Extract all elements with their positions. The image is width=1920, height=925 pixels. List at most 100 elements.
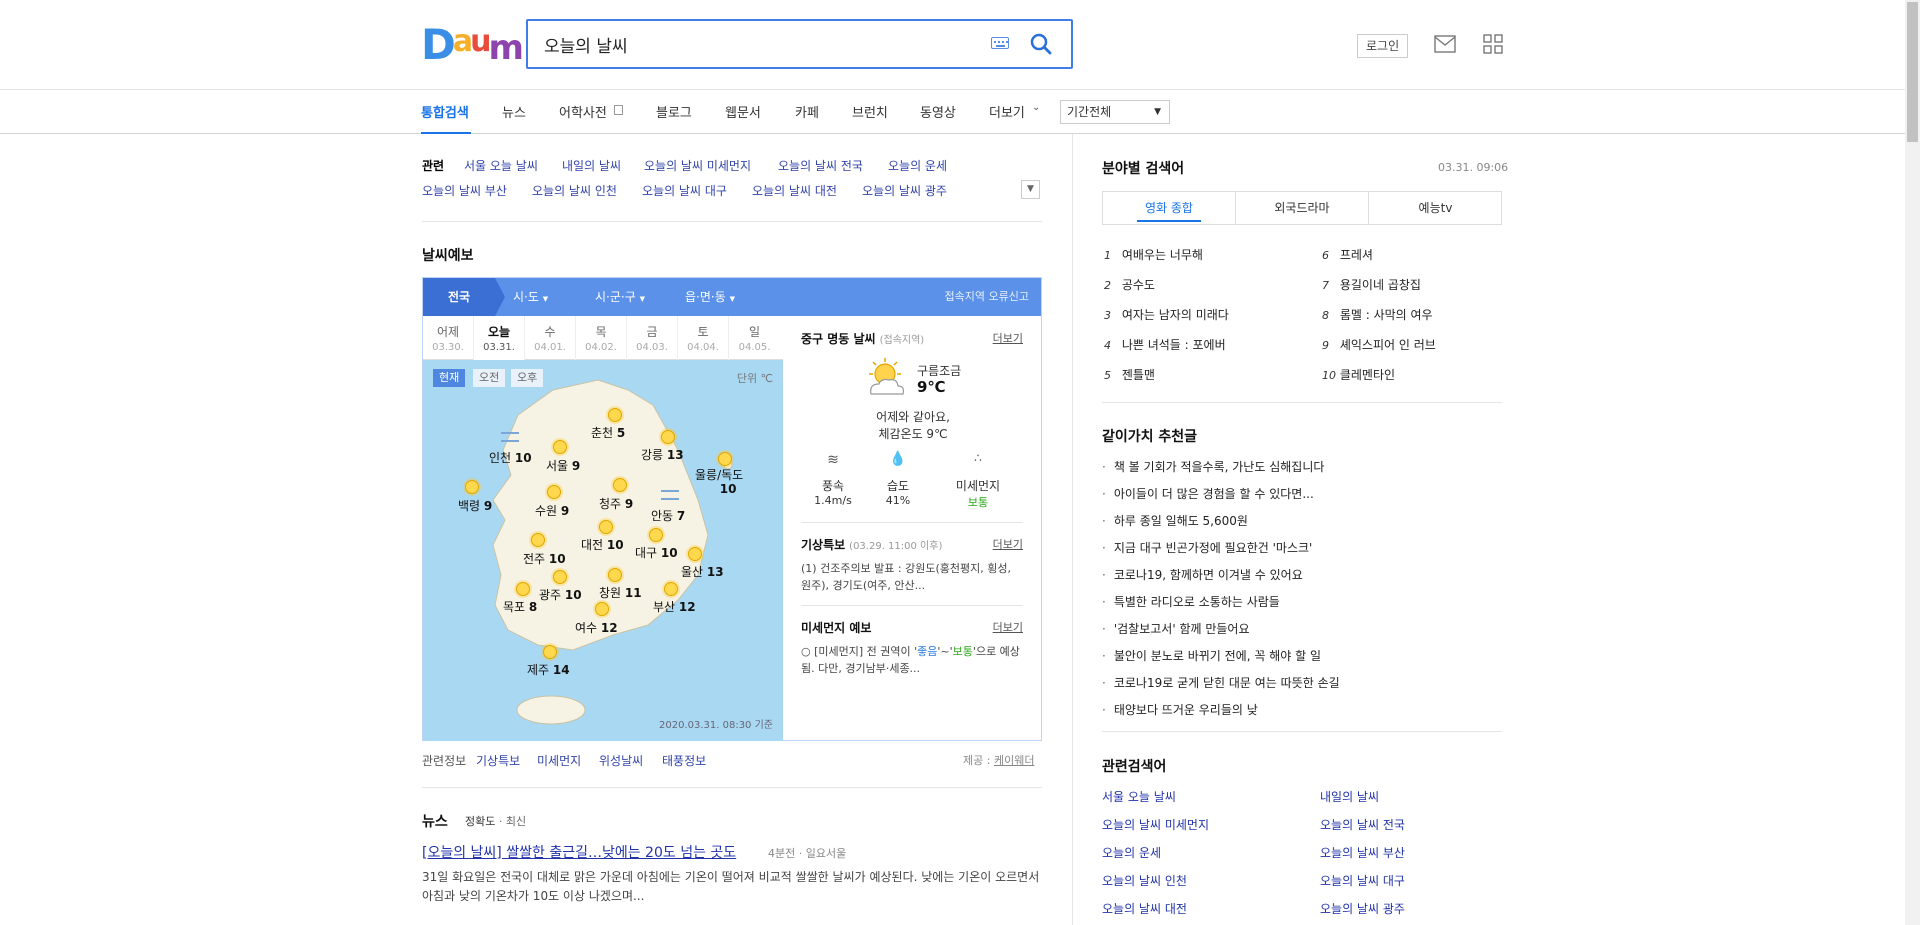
tab-cafe[interactable]: 카페 xyxy=(795,102,819,121)
day-tab-today[interactable]: 오늘 03.31. xyxy=(474,316,525,360)
related-info-link[interactable]: 기상특보 xyxy=(476,752,520,769)
rank-item[interactable]: 2 공수도 xyxy=(1104,276,1155,293)
more-link[interactable]: 더보기 xyxy=(993,330,1023,346)
related-info-link[interactable]: 위성날씨 xyxy=(599,752,643,769)
rank-item[interactable]: 7 용길이네 곱창집 xyxy=(1322,276,1421,293)
region-city[interactable]: 시·군·구 ▼ xyxy=(595,278,675,316)
recommend-item[interactable]: 아이들이 더 많은 경험을 할 수 있다면... xyxy=(1102,485,1314,502)
tab-more[interactable]: 더보기 xyxy=(989,102,1025,121)
news-headline-link[interactable]: [오늘의 날씨] 쌀쌀한 출근길…낮에는 20도 넘는 곳도 xyxy=(422,842,736,862)
city-temp[interactable]: 전주 10 xyxy=(523,550,566,567)
daum-logo[interactable]: Daum xyxy=(421,24,524,70)
recommend-item[interactable]: 코로나19로 굳게 닫힌 대문 여는 따뜻한 손길 xyxy=(1102,674,1340,691)
recommend-item[interactable]: 하루 종일 일해도 5,600원 xyxy=(1102,512,1248,529)
related-search-link[interactable]: 오늘의 날씨 전국 xyxy=(1320,816,1405,833)
rank-item[interactable]: 8 롬멜 : 사막의 여우 xyxy=(1322,306,1433,323)
rank-tab-movies[interactable]: 영화 종합 xyxy=(1103,192,1236,224)
city-temp[interactable]: 서울 9 xyxy=(546,457,580,474)
city-temp[interactable]: 수원 9 xyxy=(535,502,569,519)
city-temp[interactable]: 부산 12 xyxy=(653,598,696,615)
city-temp[interactable]: 여수 12 xyxy=(575,619,618,636)
recommend-item[interactable]: 책 볼 기회가 적을수록, 가난도 심해집니다 xyxy=(1102,458,1325,475)
recommend-item[interactable]: 불안이 분노로 바뀌기 전에, 꼭 해야 할 일 xyxy=(1102,647,1321,664)
tab-integrated-search[interactable]: 통합검색 xyxy=(421,102,469,121)
region-province[interactable]: 시·도 ▼ xyxy=(513,278,585,316)
related-search-link[interactable]: 오늘의 날씨 대전 xyxy=(1102,900,1187,917)
day-tab[interactable]: 토 04.04. xyxy=(678,316,729,360)
search-icon[interactable] xyxy=(1028,31,1054,57)
rank-item[interactable]: 5 젠틀맨 xyxy=(1104,366,1155,383)
city-temp[interactable]: 청주 9 xyxy=(599,495,633,512)
related-link[interactable]: 내일의 날씨 xyxy=(562,157,621,174)
related-search-link[interactable]: 내일의 날씨 xyxy=(1320,788,1379,805)
recommend-item[interactable]: 태양보다 뜨거운 우리들의 낮 xyxy=(1102,701,1258,718)
rank-item[interactable]: 6 프레셔 xyxy=(1322,246,1373,263)
tab-news[interactable]: 뉴스 xyxy=(502,102,526,121)
tab-web-documents[interactable]: 웹문서 xyxy=(725,102,761,121)
login-button[interactable]: 로그인 xyxy=(1357,34,1409,58)
related-link[interactable]: 오늘의 날씨 전국 xyxy=(778,157,863,174)
related-search-link[interactable]: 서울 오늘 날씨 xyxy=(1102,788,1176,805)
provider-link[interactable]: 케이웨더 xyxy=(994,754,1034,767)
tab-dictionary[interactable]: 어학사전 xyxy=(559,102,607,121)
keyboard-icon[interactable] xyxy=(991,37,1009,49)
scrollbar-thumb[interactable] xyxy=(1907,2,1918,142)
recommend-item[interactable]: '검찰보고서' 함께 만들어요 xyxy=(1102,620,1250,637)
rank-item[interactable]: 3 여자는 남자의 미래다 xyxy=(1104,306,1229,323)
city-temp[interactable]: 울산 13 xyxy=(681,563,724,580)
rank-item[interactable]: 10 클레멘타인 xyxy=(1322,366,1395,383)
sort-accuracy[interactable]: 정확도 xyxy=(465,815,495,828)
rank-tab-variety[interactable]: 예능tv xyxy=(1369,192,1502,224)
more-link[interactable]: 더보기 xyxy=(993,536,1023,552)
recommend-item[interactable]: 지금 대구 빈곤가정에 필요한건 '마스크' xyxy=(1102,539,1313,556)
related-link[interactable]: 서울 오늘 날씨 xyxy=(464,157,538,174)
more-link[interactable]: 더보기 xyxy=(993,619,1023,635)
related-link[interactable]: 오늘의 날씨 인천 xyxy=(532,182,617,199)
tab-video[interactable]: 동영상 xyxy=(920,102,956,121)
city-temp[interactable]: 춘천 5 xyxy=(591,424,625,441)
related-search-link[interactable]: 오늘의 날씨 부산 xyxy=(1320,844,1405,861)
time-now-button[interactable]: 현재 xyxy=(433,369,466,387)
city-temp[interactable]: 목포 8 xyxy=(503,598,537,615)
related-search-link[interactable]: 오늘의 운세 xyxy=(1102,844,1161,861)
related-expand-button[interactable]: ▼ xyxy=(1021,180,1040,199)
related-link[interactable]: 오늘의 날씨 미세먼지 xyxy=(644,157,751,174)
city-temp[interactable]: 백령 9 xyxy=(458,497,492,514)
period-select[interactable]: 기간전체 ▼ xyxy=(1060,100,1170,124)
related-link[interactable]: 오늘의 날씨 대전 xyxy=(752,182,837,199)
related-link[interactable]: 오늘의 날씨 부산 xyxy=(422,182,507,199)
day-tab[interactable]: 금 04.03. xyxy=(627,316,678,360)
rank-item[interactable]: 4 나쁜 녀석들 : 포에버 xyxy=(1104,336,1226,353)
mail-icon[interactable] xyxy=(1434,35,1456,53)
city-temp[interactable]: 강릉 13 xyxy=(641,446,684,463)
related-search-link[interactable]: 오늘의 날씨 인천 xyxy=(1102,872,1187,889)
related-link[interactable]: 오늘의 날씨 대구 xyxy=(642,182,727,199)
time-afternoon-button[interactable]: 오후 xyxy=(511,369,544,387)
city-temp[interactable]: 울릉/독도 10 xyxy=(695,468,743,496)
day-tab[interactable]: 목 04.02. xyxy=(576,316,627,360)
related-info-link[interactable]: 태풍정보 xyxy=(662,752,706,769)
region-nationwide[interactable]: 전국 xyxy=(423,278,495,316)
day-tab[interactable]: 수 04.01. xyxy=(525,316,576,360)
city-temp[interactable]: 인천 10 xyxy=(489,449,532,466)
rank-item[interactable]: 9 셰익스피어 인 러브 xyxy=(1322,336,1436,353)
day-tab[interactable]: 어제 03.30. xyxy=(423,316,474,360)
time-morning-button[interactable]: 오전 xyxy=(473,369,506,387)
related-link[interactable]: 오늘의 날씨 광주 xyxy=(862,182,947,199)
region-town[interactable]: 읍·면·동 ▼ xyxy=(685,278,765,316)
city-temp[interactable]: 광주 10 xyxy=(539,586,582,603)
related-info-link[interactable]: 미세먼지 xyxy=(537,752,581,769)
city-temp[interactable]: 대전 10 xyxy=(581,536,624,553)
related-search-link[interactable]: 오늘의 날씨 미세먼지 xyxy=(1102,816,1209,833)
rank-tab-foreign-drama[interactable]: 외국드라마 xyxy=(1236,192,1369,224)
city-temp[interactable]: 제주 14 xyxy=(527,661,570,678)
location-error-report-link[interactable]: 접속지역 오류신고 xyxy=(945,278,1029,316)
recommend-item[interactable]: 코로나19, 함께하면 이겨낼 수 있어요 xyxy=(1102,566,1303,583)
city-temp[interactable]: 안동 7 xyxy=(651,507,685,524)
day-tab[interactable]: 일 04.05. xyxy=(729,316,780,360)
apps-grid-icon[interactable] xyxy=(1483,34,1503,54)
search-input[interactable] xyxy=(542,33,962,55)
related-link[interactable]: 오늘의 운세 xyxy=(888,157,947,174)
city-temp[interactable]: 대구 10 xyxy=(635,544,678,561)
city-temp[interactable]: 창원 11 xyxy=(599,584,642,601)
